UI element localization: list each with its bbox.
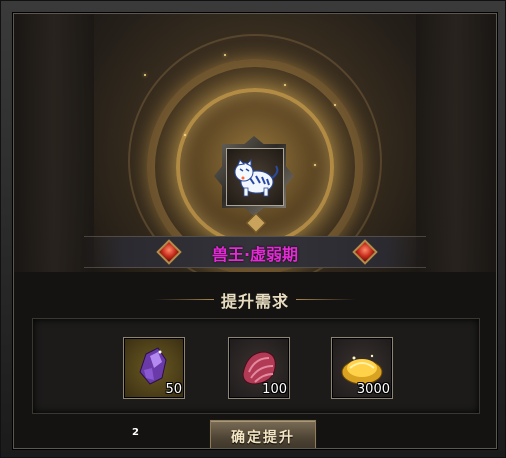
dialog-body: 兽王·虚弱期 提升需求 50 100 3000 2 确定提升 bbox=[13, 13, 497, 449]
item-slot-gold[interactable]: 3000 bbox=[331, 337, 393, 399]
pet-name: 兽王·虚弱期 bbox=[211, 245, 299, 264]
pet-portrait[interactable] bbox=[214, 136, 294, 216]
item-slot-shell[interactable]: 100 bbox=[228, 337, 290, 399]
pet-scene: 兽王·虚弱期 bbox=[14, 14, 496, 288]
requirements-box: 50 100 3000 bbox=[32, 318, 480, 414]
sparkle bbox=[314, 164, 316, 166]
page-indicator: 2 bbox=[132, 427, 139, 438]
requirements-panel: 提升需求 50 100 3000 2 确定提升 bbox=[14, 272, 496, 448]
dialog-frame: 兽王·虚弱期 提升需求 50 100 3000 2 确定提升 bbox=[0, 0, 506, 458]
left-pillar bbox=[14, 14, 94, 272]
sparkle bbox=[224, 54, 226, 56]
right-pillar bbox=[416, 14, 496, 272]
confirm-upgrade-button[interactable]: 确定提升 bbox=[210, 420, 316, 448]
title-ornament-right bbox=[296, 299, 356, 300]
requirements-title: 提升需求 bbox=[220, 292, 289, 311]
item-slot-crystal[interactable]: 50 bbox=[123, 337, 185, 399]
item-count: 3000 bbox=[356, 382, 390, 397]
sparkle bbox=[144, 74, 146, 76]
white-tiger-icon bbox=[234, 158, 279, 197]
sparkle bbox=[184, 134, 186, 136]
item-count: 50 bbox=[165, 382, 182, 397]
item-count: 100 bbox=[262, 382, 287, 397]
sparkle bbox=[284, 84, 286, 86]
sparkle bbox=[334, 104, 336, 106]
